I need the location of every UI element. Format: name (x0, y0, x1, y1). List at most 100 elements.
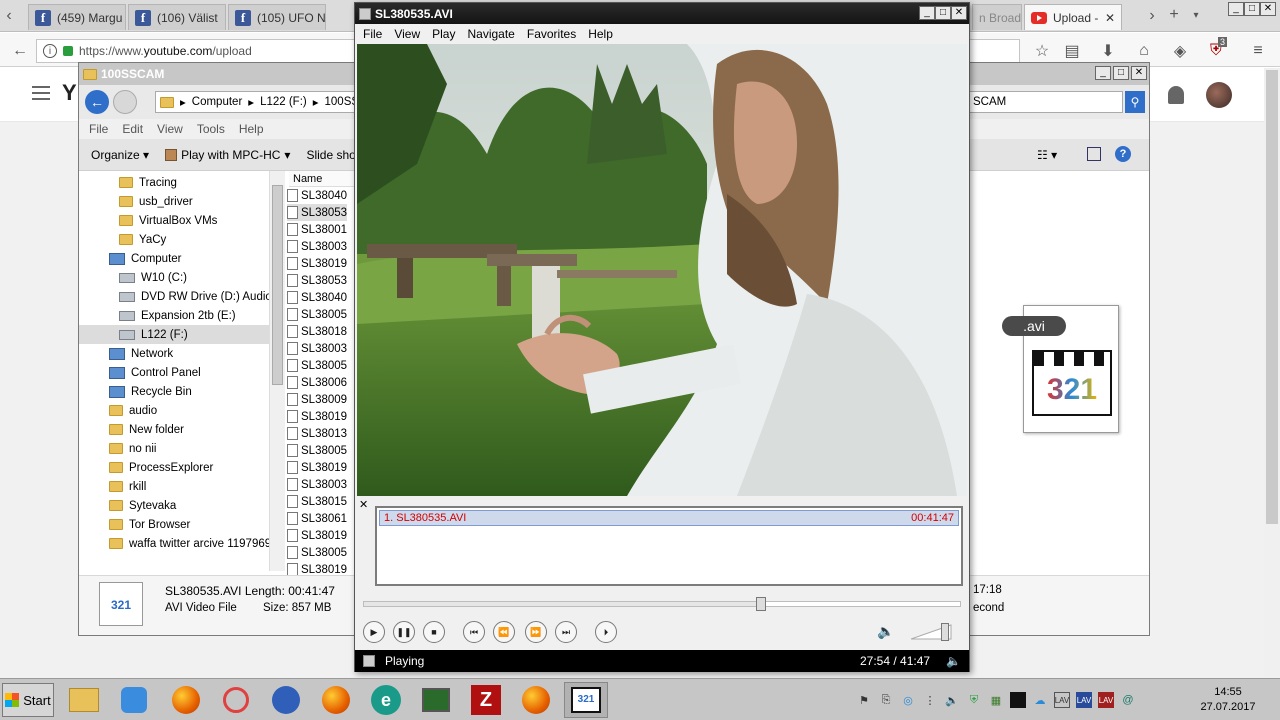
next-button[interactable]: ⏭ (555, 621, 577, 643)
file-list-item[interactable]: SL38001 (287, 221, 347, 238)
nav-tree-item[interactable]: Expansion 2tb (E:) (79, 306, 236, 325)
search-input[interactable]: SCAM (969, 91, 1123, 113)
tabs-scroll-left-icon[interactable]: ‹ (0, 4, 18, 28)
nav-tree-item[interactable]: waffa twitter arcive 1197969 (79, 534, 269, 553)
file-list-item[interactable]: SL38061 (287, 510, 347, 527)
video-frame[interactable] (357, 44, 967, 496)
taskbar-media-player[interactable] (112, 682, 156, 718)
nav-tree-item[interactable]: Control Panel (79, 363, 201, 382)
file-list-item[interactable]: SL38019 (287, 408, 347, 425)
network-icon[interactable]: ◎ (900, 692, 916, 708)
lav-icon[interactable]: LAV (1054, 692, 1070, 708)
menu-edit[interactable]: Edit (122, 122, 143, 136)
youtube-logo[interactable]: Y (62, 82, 78, 104)
nav-tree-item[interactable]: Tor Browser (79, 515, 190, 534)
file-list-item[interactable]: SL38019 (287, 459, 347, 476)
nav-tree-item[interactable]: Sytevaka (79, 496, 176, 515)
play-button[interactable]: ▶ (363, 621, 385, 643)
browser-tab-4[interactable]: n Broad (972, 4, 1022, 30)
file-list-item[interactable]: SL38053 (287, 204, 348, 221)
file-list-item[interactable]: SL38040 (287, 187, 347, 204)
forward-button[interactable]: ⏩ (525, 621, 547, 643)
explorer-forward-button[interactable] (113, 90, 137, 114)
playlist-item[interactable]: 1. SL380535.AVI 00:41:47 (379, 510, 959, 526)
file-list-item[interactable]: SL38019 (287, 527, 347, 544)
taskbar-app-e[interactable]: e (364, 682, 408, 718)
rewind-button[interactable]: ⏪ (493, 621, 515, 643)
speaker-icon[interactable]: 🔈 (944, 692, 960, 708)
nav-tree-item[interactable]: rkill (79, 477, 146, 496)
volume-slider[interactable] (910, 623, 957, 641)
nav-tree-item[interactable]: YaCy (79, 230, 166, 249)
nav-tree-item[interactable]: Recycle Bin (79, 382, 192, 401)
file-list-item[interactable]: SL38005 (287, 357, 347, 374)
notifications-bell-icon[interactable] (1168, 86, 1184, 104)
nav-tree-item[interactable]: no nii (79, 439, 157, 458)
seek-bar-handle[interactable] (756, 597, 766, 611)
taskbar-filezilla[interactable]: Z (464, 682, 508, 718)
slide-show-button[interactable]: Slide sho (306, 148, 355, 162)
nav-tree-item[interactable]: L122 (F:) (79, 325, 269, 344)
help-icon[interactable]: ? (1115, 146, 1131, 162)
new-tab-icon[interactable]: + (1162, 3, 1186, 27)
file-list-item[interactable]: SL38040 (287, 289, 347, 306)
close-tab-icon[interactable]: ✕ (1105, 11, 1115, 25)
player-minimize-button[interactable]: _ (919, 6, 935, 20)
download-icon[interactable]: ⬇ (1096, 39, 1120, 63)
browser-tab-3[interactable]: f (105) UFO N (228, 4, 326, 30)
player-menu-navigate[interactable]: Navigate (461, 27, 520, 41)
volume-slider-handle[interactable] (941, 623, 949, 641)
tabs-scroll-right-icon[interactable]: › (1140, 4, 1164, 28)
explorer-maximize-button[interactable]: □ (1113, 66, 1129, 80)
seek-bar[interactable] (363, 601, 961, 607)
player-menu-file[interactable]: File (357, 27, 388, 41)
pause-button[interactable]: ❚❚ (393, 621, 415, 643)
player-maximize-button[interactable]: □ (935, 6, 951, 20)
player-menu-favorites[interactable]: Favorites (521, 27, 582, 41)
explorer-minimize-button[interactable]: _ (1095, 66, 1111, 80)
url-text[interactable]: https://www.youtube.com/upload (79, 44, 252, 58)
taskbar-app-monitor[interactable] (414, 682, 458, 718)
wifi-icon[interactable]: ⋮ (922, 692, 938, 708)
chip-icon[interactable]: ▦ (988, 692, 1004, 708)
menu-help[interactable]: Help (239, 122, 264, 136)
account-avatar[interactable] (1206, 82, 1232, 108)
nav-tree-item[interactable]: Network (79, 344, 173, 363)
player-close-button[interactable]: ✕ (951, 6, 967, 20)
file-list-item[interactable]: SL38005 (287, 442, 347, 459)
nav-tree-item[interactable]: New folder (79, 420, 184, 439)
explorer-close-button[interactable]: ✕ (1131, 66, 1147, 80)
browser-tab-youtube-upload[interactable]: Upload - ✕ (1024, 4, 1122, 30)
taskbar-firefox-3[interactable] (514, 682, 558, 718)
nav-tree-item[interactable]: VirtualBox VMs (79, 211, 217, 230)
taskbar-mpc-hc[interactable]: 321 (564, 682, 608, 718)
player-menu-help[interactable]: Help (582, 27, 619, 41)
name-column-header[interactable]: Name (289, 171, 359, 187)
shield-icon[interactable]: ⛨ (966, 692, 982, 708)
explorer-back-button[interactable]: ← (85, 90, 109, 114)
browser-maximize-button[interactable]: □ (1244, 2, 1260, 16)
file-list-item[interactable]: SL38013 (287, 425, 347, 442)
taskbar-app-a[interactable] (214, 682, 258, 718)
play-with-button[interactable]: Play with MPC-HC ▾ (165, 148, 290, 162)
browser-close-button[interactable]: ✕ (1260, 2, 1276, 16)
nav-tree-item[interactable]: Tracing (79, 173, 177, 192)
file-list-item[interactable]: SL38009 (287, 391, 347, 408)
stop-button[interactable]: ■ (423, 621, 445, 643)
player-title-bar[interactable]: SL380535.AVI (355, 3, 969, 24)
file-list-item[interactable]: SL38003 (287, 476, 347, 493)
file-list-item[interactable]: SL38006 (287, 374, 347, 391)
file-list-item[interactable]: SL38003 (287, 340, 347, 357)
lav-icon[interactable]: LAV (1076, 692, 1092, 708)
cloud-icon[interactable]: ☁ (1032, 692, 1048, 708)
search-icon[interactable]: ⚲ (1125, 91, 1145, 113)
terminal-icon[interactable] (1010, 692, 1026, 708)
file-list-item[interactable]: SL38019 (287, 255, 347, 272)
info-icon[interactable]: i (43, 44, 57, 58)
file-list-item[interactable]: SL38003 (287, 238, 347, 255)
speaker-icon[interactable]: 🔈 (877, 623, 895, 641)
nav-tree-item[interactable]: usb_driver (79, 192, 193, 211)
lav-icon[interactable]: LAV (1098, 692, 1114, 708)
home-icon[interactable]: ⌂ (1132, 39, 1156, 63)
back-arrow-icon[interactable]: ← (8, 39, 32, 63)
